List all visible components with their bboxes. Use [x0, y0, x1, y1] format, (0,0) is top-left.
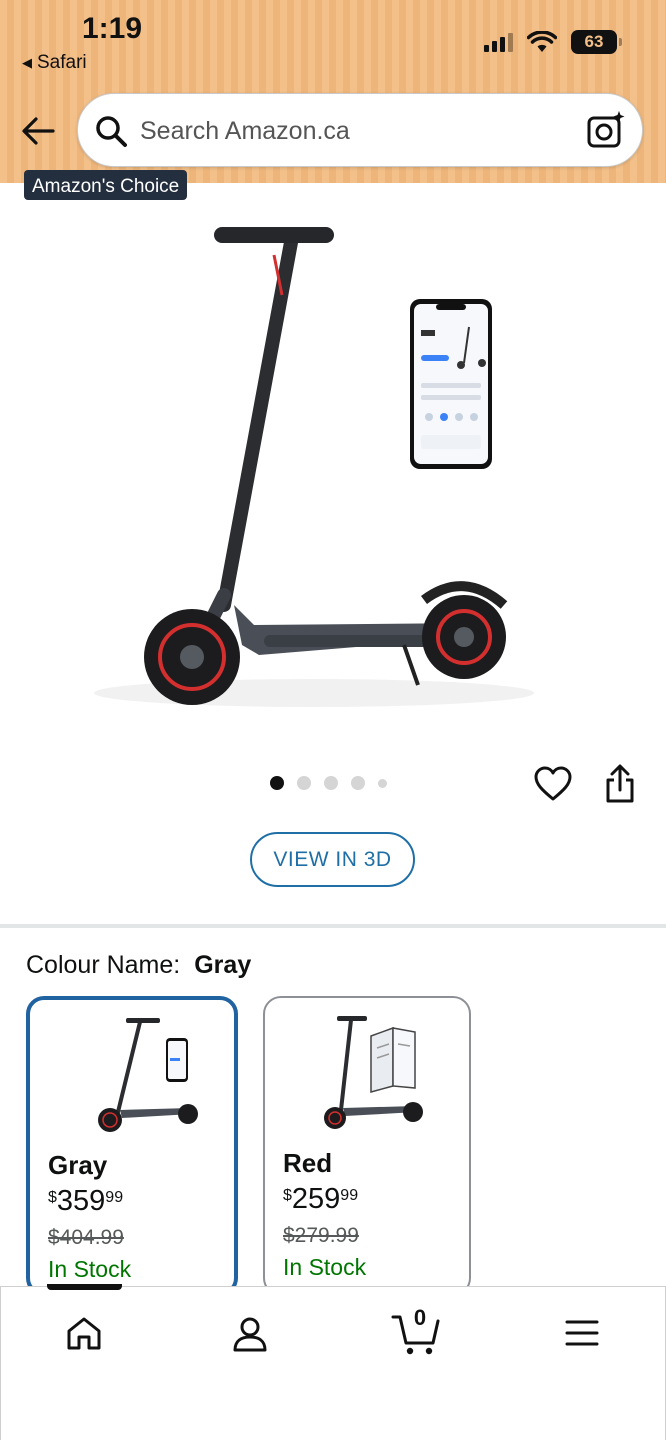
- variant-name: Gray: [48, 1150, 108, 1180]
- carousel-dot-3[interactable]: [324, 776, 338, 790]
- status-time: 1:19: [82, 12, 143, 45]
- status-icons: 63: [484, 30, 622, 54]
- cart-button[interactable]: 0: [391, 1305, 443, 1357]
- bottom-navigation: 0: [0, 1284, 666, 1440]
- price-whole: 259: [291, 1183, 341, 1215]
- product-image[interactable]: [84, 205, 582, 715]
- active-tab-indicator: [47, 1284, 122, 1290]
- colour-name-label: Colour Name:: [26, 951, 181, 979]
- variant-availability: In Stock: [283, 1254, 367, 1280]
- variant-name: Red: [283, 1148, 333, 1178]
- variant-availability: In Stock: [48, 1256, 132, 1282]
- heart-icon[interactable]: [534, 766, 572, 802]
- search-bar[interactable]: [77, 93, 643, 167]
- menu-icon[interactable]: [565, 1319, 599, 1347]
- carousel-dot-1[interactable]: [270, 776, 284, 790]
- back-triangle-icon: ◀: [22, 55, 32, 70]
- search-icon: [96, 116, 127, 147]
- carousel-dot-2[interactable]: [297, 776, 311, 790]
- home-icon[interactable]: [65, 1315, 103, 1351]
- colour-name-value: Gray: [194, 951, 252, 979]
- account-icon[interactable]: [231, 1315, 269, 1353]
- variant-was-price: $404.99: [48, 1226, 124, 1249]
- price-whole: 359: [56, 1185, 106, 1217]
- back-to-safari-link[interactable]: ◀ Safari: [22, 52, 87, 74]
- cart-count-badge: 0: [413, 1305, 427, 1330]
- section-divider: [0, 924, 666, 928]
- amazons-choice-badge: Amazon's Choice: [24, 170, 188, 200]
- variant-card-gray[interactable]: Gray $ 359 99 $404.99 In Stock: [26, 996, 238, 1296]
- share-icon[interactable]: [604, 764, 636, 804]
- variant-thumbnail-red: [324, 1016, 423, 1129]
- price-fraction: 99: [340, 1187, 359, 1204]
- colour-name-row: Colour Name: Gray: [26, 951, 251, 980]
- view-in-3d-button[interactable]: VIEW IN 3D: [250, 832, 415, 887]
- image-carousel-dots[interactable]: [270, 776, 387, 790]
- battery-indicator: 63: [571, 30, 622, 54]
- variant-was-price: $279.99: [283, 1224, 359, 1247]
- carousel-dot-4[interactable]: [351, 776, 365, 790]
- carousel-dot-5[interactable]: [378, 778, 387, 788]
- price-currency: $: [283, 1187, 292, 1204]
- variant-card-red[interactable]: Red $ 259 99 $279.99 In Stock: [263, 996, 471, 1296]
- app-header: 1:19 ◀ Safari 63: [0, 0, 666, 183]
- search-input[interactable]: [140, 112, 560, 150]
- back-arrow-icon[interactable]: [20, 114, 56, 148]
- cellular-signal-icon: [484, 32, 513, 52]
- variant-price: $ 359 99: [48, 1185, 123, 1218]
- variant-price: $ 259 99: [283, 1183, 358, 1216]
- wifi-icon: [527, 31, 557, 52]
- price-fraction: 99: [105, 1189, 124, 1206]
- variant-thumbnail-gray: [98, 1018, 198, 1132]
- back-app-label: Safari: [37, 52, 87, 73]
- camera-search-icon[interactable]: [586, 110, 626, 150]
- price-currency: $: [48, 1189, 57, 1206]
